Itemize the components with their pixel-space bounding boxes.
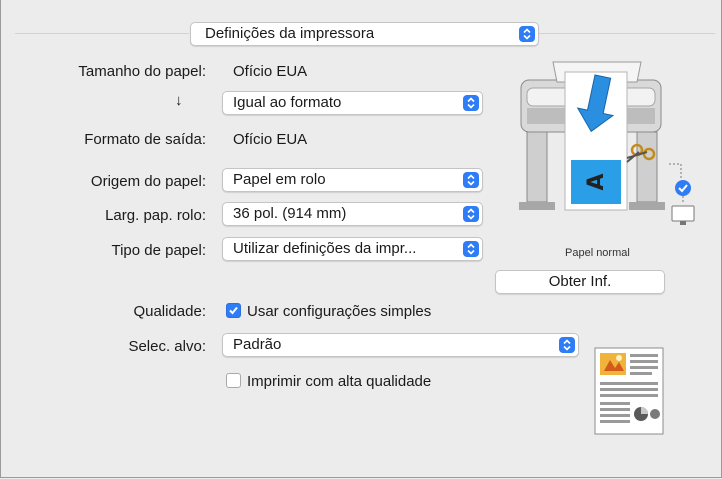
printer-icon: A <box>509 52 705 234</box>
roll-width-value: 36 pol. (914 mm) <box>233 205 347 222</box>
document-preview-icon <box>593 346 665 436</box>
paper-source-value: Papel em rolo <box>233 171 326 188</box>
paper-size-label: Tamanho do papel: <box>78 63 206 80</box>
popup-arrows-icon <box>559 337 575 353</box>
quality-label: Qualidade: <box>133 303 206 320</box>
paper-type-value: Utilizar definições da impr... <box>233 240 417 257</box>
get-info-button[interactable]: Obter Inf. <box>495 270 665 294</box>
popup-arrows-icon <box>463 172 479 188</box>
popup-arrows-icon <box>463 206 479 222</box>
down-arrow-icon: ↓ <box>175 92 183 109</box>
simple-settings-label[interactable]: Usar configurações simples <box>247 303 431 320</box>
target-label: Selec. alvo: <box>128 338 206 355</box>
settings-section-popup[interactable]: Definições da impressora <box>190 22 539 46</box>
scale-value: Igual ao formato <box>233 94 342 111</box>
high-quality-label[interactable]: Imprimir com alta qualidade <box>247 373 431 390</box>
output-format-value: Ofício EUA <box>233 131 308 148</box>
paper-type-caption: Papel normal <box>565 247 630 259</box>
checkmark-icon <box>229 306 238 315</box>
target-popup[interactable]: Padrão <box>222 333 579 357</box>
popup-arrows-icon <box>463 95 479 111</box>
paper-type-popup[interactable]: Utilizar definições da impr... <box>222 237 483 261</box>
output-format-label: Formato de saída: <box>84 131 206 148</box>
settings-section-value: Definições da impressora <box>205 25 375 42</box>
simple-settings-checkbox[interactable] <box>226 303 241 318</box>
paper-type-label: Tipo de papel: <box>111 242 206 259</box>
separator-right <box>539 33 715 34</box>
roll-width-label: Larg. pap. rolo: <box>105 207 206 224</box>
paper-source-popup[interactable]: Papel em rolo <box>222 168 483 192</box>
page-letter: A <box>584 173 609 190</box>
paper-size-value: Ofício EUA <box>233 63 308 80</box>
popup-arrows-icon <box>463 241 479 257</box>
roll-width-popup[interactable]: 36 pol. (914 mm) <box>222 202 483 226</box>
high-quality-checkbox[interactable] <box>226 373 241 388</box>
target-value: Padrão <box>233 336 282 353</box>
separator-left <box>15 33 189 34</box>
scale-popup[interactable]: Igual ao formato <box>222 91 483 115</box>
print-settings-panel: Definições da impressora Tamanho do pape… <box>0 0 722 478</box>
popup-arrows-icon <box>519 26 535 42</box>
paper-source-label: Origem do papel: <box>90 173 206 190</box>
